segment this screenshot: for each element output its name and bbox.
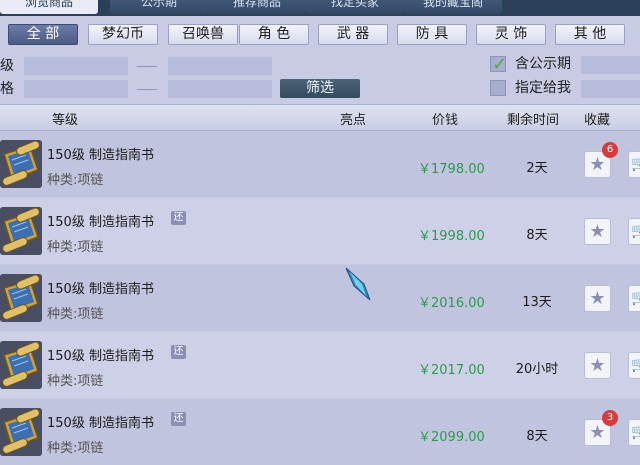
tab-recommended[interactable]: 推荐商品 [208, 0, 306, 14]
checkmark-icon: ✓ [492, 54, 508, 75]
item-name: 150级 制造指南书 [47, 349, 154, 364]
side-input-2[interactable] [581, 80, 640, 98]
cart-button[interactable]: 🛒 [628, 285, 640, 312]
item-price: ￥2016.00 [418, 296, 485, 311]
item-remaining-time: 2天 [526, 161, 548, 176]
assigned-to-me-label: 指定给我 [515, 80, 571, 96]
scroll-book-icon[interactable] [0, 140, 42, 188]
item-remaining-time: 13天 [522, 295, 552, 310]
item-row[interactable]: 150级 制造指南书 种类:项链 ￥1798.00 2天 ★ 6 🛒 [0, 131, 640, 197]
star-icon: ★ [589, 288, 606, 309]
item-price: ￥2099.00 [418, 430, 485, 445]
item-name: 150级 制造指南书 [47, 148, 154, 163]
category-all[interactable]: 全 部 [8, 24, 78, 45]
item-row[interactable]: 150级 制造指南书 还 种类:项链 ￥2099.00 8天 ★ 3 🛒 [0, 399, 640, 465]
scroll-book-icon[interactable] [0, 274, 42, 322]
item-kind: 种类:项链 [47, 307, 104, 322]
col-remaining[interactable]: 剩余时间 [507, 109, 559, 128]
item-row[interactable]: 150级 制造指南书 还 种类:项链 ￥1998.00 8天 ★ 🛒 [0, 198, 640, 264]
range-dash [137, 66, 157, 67]
level-filter-label: 级 [0, 58, 14, 74]
category-roles[interactable]: 角 色 [239, 24, 309, 45]
star-icon: ★ [589, 422, 606, 443]
favorite-button[interactable]: ★ [584, 352, 611, 379]
col-highlight: 亮点 [340, 113, 367, 128]
filter-button[interactable]: 筛选 [280, 79, 360, 98]
cart-button[interactable]: 🛒 [628, 419, 640, 446]
tab-browse[interactable]: 浏览商品 [0, 0, 98, 14]
item-kind: 种类:项链 [47, 441, 104, 456]
top-tab-bar: 浏览商品 公示期 推荐商品 找定买家 我的藏宝阁 [0, 0, 640, 16]
cart-icon: 🛒 [631, 156, 640, 172]
tab-find-buyer[interactable]: 找定买家 [306, 0, 404, 14]
item-price: ￥1798.00 [418, 162, 485, 177]
assigned-to-me-checkbox[interactable] [490, 80, 506, 96]
cart-icon: 🛒 [631, 357, 640, 373]
item-kind: 种类:项链 [47, 374, 104, 389]
scroll-book-icon[interactable] [0, 207, 42, 255]
item-kind: 种类:项链 [47, 240, 104, 255]
level-max-input[interactable] [168, 57, 272, 75]
cart-icon: 🛒 [631, 424, 640, 440]
item-name: 150级 制造指南书 [47, 215, 154, 230]
item-price: ￥2017.00 [418, 363, 485, 378]
category-other[interactable]: 其 他 [555, 24, 625, 45]
favorite-button[interactable]: ★ [584, 218, 611, 245]
col-favorite: 收藏 [584, 113, 611, 128]
category-armor[interactable]: 防 具 [397, 24, 467, 45]
star-icon: ★ [589, 355, 606, 376]
star-icon: ★ [589, 221, 606, 242]
item-remaining-time: 8天 [526, 228, 548, 243]
cart-button[interactable]: 🛒 [628, 352, 640, 379]
price-filter-label: 格 [0, 81, 14, 97]
cart-icon: 🛒 [631, 290, 640, 306]
col-level[interactable]: 等级 [52, 109, 78, 128]
item-name: 150级 制造指南书 [47, 282, 154, 297]
cart-button[interactable]: 🛒 [628, 151, 640, 178]
item-remaining-time: 20小时 [515, 362, 559, 377]
cart-icon: 🛒 [631, 223, 640, 239]
price-max-input[interactable] [168, 80, 272, 98]
favorite-count-badge: 6 [602, 142, 618, 158]
table-header: 等级 亮点 价钱 剩余时间 收藏 [0, 104, 640, 131]
level-min-input[interactable] [24, 57, 128, 75]
feather-cursor-icon [344, 266, 374, 302]
price-min-input[interactable] [24, 80, 128, 98]
item-kind: 种类:项链 [47, 173, 104, 188]
side-input-1[interactable] [581, 56, 640, 74]
bargain-badge: 还 [171, 211, 186, 225]
tab-public[interactable]: 公示期 [110, 0, 208, 14]
category-coins[interactable]: 梦幻币 [88, 24, 158, 45]
item-name: 150级 制造指南书 [47, 416, 154, 431]
category-weapons[interactable]: 武 器 [318, 24, 388, 45]
include-public-label: 含公示期 [515, 56, 571, 72]
include-public-checkbox[interactable]: ✓ [490, 54, 508, 75]
range-dash [137, 89, 157, 90]
bargain-badge: 还 [171, 412, 186, 426]
favorite-count-badge: 3 [602, 410, 618, 426]
item-row[interactable]: 150级 制造指南书 种类:项链 ￥2016.00 13天 ★ 🛒 [0, 265, 640, 331]
col-price[interactable]: 价钱 [432, 109, 458, 128]
scroll-book-icon[interactable] [0, 341, 42, 389]
category-accessories[interactable]: 灵 饰 [476, 24, 546, 45]
tab-my-treasure[interactable]: 我的藏宝阁 [404, 0, 502, 14]
favorite-button[interactable]: ★ [584, 285, 611, 312]
category-pets[interactable]: 召唤兽 [168, 24, 238, 45]
cart-button[interactable]: 🛒 [628, 218, 640, 245]
star-icon: ★ [589, 154, 606, 175]
item-price: ￥1998.00 [418, 229, 485, 244]
bargain-badge: 还 [171, 345, 186, 359]
item-remaining-time: 8天 [526, 429, 548, 444]
item-row[interactable]: 150级 制造指南书 还 种类:项链 ￥2017.00 20小时 ★ 🛒 [0, 332, 640, 398]
